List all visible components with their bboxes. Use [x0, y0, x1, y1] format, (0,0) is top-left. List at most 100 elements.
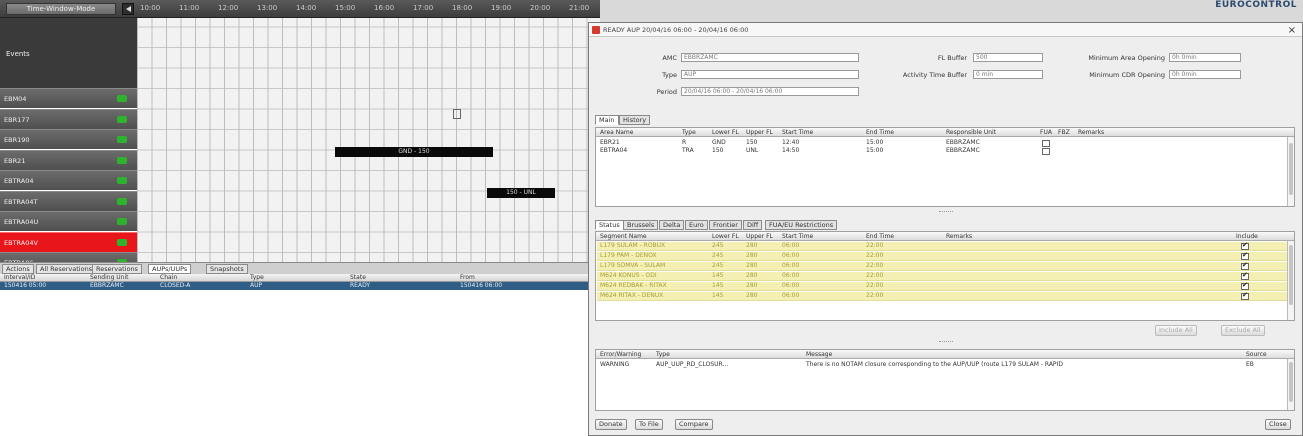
tab-history[interactable]: History — [619, 115, 651, 125]
column-header[interactable]: Remarks — [1078, 128, 1104, 137]
include-checkbox[interactable] — [1241, 271, 1249, 280]
message-table-scrollbar[interactable] — [1287, 359, 1294, 410]
column-header[interactable]: Include — [1236, 232, 1258, 241]
column-header[interactable]: Message — [806, 350, 832, 359]
column-header[interactable]: Upper FL — [746, 232, 773, 241]
table-cell: AUP — [250, 282, 263, 289]
dialog-title-text: READY AUP 20/04/16 06:00 - 20/04/16 06:0… — [603, 26, 749, 34]
column-header[interactable]: Type — [250, 274, 264, 282]
airspace-row[interactable]: EBTRA04V — [0, 231, 137, 252]
tab-euro[interactable]: Euro — [685, 220, 708, 230]
min-area-field[interactable]: 0h 0min — [1169, 53, 1241, 62]
column-header[interactable]: State — [350, 274, 366, 282]
column-header[interactable]: Chain — [160, 274, 177, 282]
column-header[interactable]: Error/Warning — [600, 350, 641, 359]
column-header[interactable]: FUA — [1040, 128, 1052, 137]
status-indicator-icon — [117, 218, 127, 225]
column-header[interactable]: Type — [656, 350, 670, 359]
column-header[interactable]: Responsible Unit — [946, 128, 996, 137]
tab-brussels[interactable]: Brussels — [623, 220, 659, 230]
table-row[interactable]: L179 SOMVA - SULAM 245 280 06:00 22:00 — [597, 261, 1287, 271]
time-mode-button[interactable]: Time-Window-Mode — [6, 3, 116, 15]
splitter-handle[interactable] — [939, 211, 953, 215]
column-header[interactable]: Start Time — [782, 232, 813, 241]
include-all-button[interactable]: Include All — [1155, 325, 1197, 336]
airspace-row[interactable]: EBM04 — [0, 88, 137, 108]
tab-all-reservations[interactable]: All Reservations — [36, 264, 97, 274]
table-row[interactable]: M624 KONUS - ODI 145 280 06:00 22:00 — [597, 271, 1287, 281]
airspace-name: EBM04 — [4, 95, 27, 103]
column-header[interactable]: From — [460, 274, 475, 282]
include-checkbox[interactable] — [1241, 261, 1249, 270]
reservation-bar[interactable]: 150 - UNL — [487, 188, 555, 198]
fl-buffer-field[interactable]: 500 — [973, 53, 1043, 62]
tab-main[interactable]: Main — [595, 115, 619, 125]
tab-fua-eu-restrictions[interactable]: FUA/EU Restrictions — [765, 220, 838, 230]
type-field[interactable]: AUP — [681, 70, 859, 79]
fua-checkbox[interactable] — [1042, 140, 1050, 147]
column-header[interactable]: Sending Unit — [90, 274, 129, 282]
table-row[interactable]: M624 RITAX - DENUX 145 280 06:00 22:00 — [597, 291, 1287, 301]
table-row[interactable]: M624 REDBAK - RITAX 145 280 06:00 22:00 — [597, 281, 1287, 291]
column-header[interactable]: End Time — [866, 128, 894, 137]
route-table-scrollbar[interactable] — [1287, 241, 1294, 320]
close-icon[interactable]: × — [1288, 24, 1296, 38]
tab-snapshots[interactable]: Snapshots — [206, 264, 248, 274]
timeline-grid[interactable]: GND - 150 150 - UNL — [137, 18, 600, 262]
column-header[interactable]: Interval/ID — [4, 274, 35, 282]
column-header[interactable]: Type — [682, 128, 696, 137]
min-cdr-field[interactable]: 0h 0min — [1169, 70, 1241, 79]
tab-reservations[interactable]: Reservations — [92, 264, 142, 274]
tab-actions[interactable]: Actions — [2, 264, 34, 274]
table-row[interactable]: L179 SULAM - ROBUX 245 280 06:00 22:00 — [597, 241, 1287, 251]
airspace-row[interactable]: EBTRA04 — [0, 170, 137, 190]
donate-button[interactable]: Donate — [595, 419, 627, 430]
table-cell: EBBRZAMC — [90, 282, 124, 289]
airspace-row[interactable]: EBR177 — [0, 108, 137, 129]
fua-checkbox[interactable] — [1042, 148, 1050, 155]
airspace-row[interactable]: EBR21 — [0, 149, 137, 170]
column-header[interactable]: Upper FL — [746, 128, 773, 137]
tab-status[interactable]: Status — [595, 220, 624, 230]
include-checkbox[interactable] — [1241, 291, 1249, 300]
amc-field[interactable]: EBBRZAMC — [681, 53, 859, 62]
tab-frontier[interactable]: Frontier — [709, 220, 742, 230]
column-header[interactable]: Remarks — [946, 232, 972, 241]
scroll-thumb[interactable] — [1289, 362, 1293, 402]
area-table-scrollbar[interactable] — [1287, 137, 1294, 206]
tab-delta[interactable]: Delta — [659, 220, 685, 230]
reservation-bar[interactable]: GND - 150 — [335, 147, 493, 157]
activity-buffer-field[interactable]: 0 min — [973, 70, 1043, 79]
include-checkbox[interactable] — [1241, 251, 1249, 260]
scroll-left-icon[interactable] — [122, 3, 134, 15]
column-header[interactable]: Area Name — [600, 128, 633, 137]
exclude-all-button[interactable]: Exclude All — [1221, 325, 1265, 336]
period-field[interactable]: 20/04/16 06:00 - 20/04/16 06:00 — [681, 87, 859, 96]
bottom-tabs: Actions All Reservations Reservations AUPs/… — [0, 262, 600, 274]
table-row[interactable]: L179 PAM - DENOX 245 280 06:00 22:00 — [597, 251, 1287, 261]
column-header[interactable]: Lower FL — [712, 128, 739, 137]
airspace-row[interactable]: EBTRA04T — [0, 190, 137, 211]
include-checkbox[interactable] — [1241, 241, 1249, 250]
column-header[interactable]: Lower FL — [712, 232, 739, 241]
tab-diff[interactable]: Diff — [743, 220, 763, 230]
to-file-button[interactable]: To File — [635, 419, 663, 430]
airspace-row[interactable]: EBR190 — [0, 129, 137, 149]
scroll-thumb[interactable] — [1289, 143, 1293, 195]
column-header[interactable]: Source — [1246, 350, 1267, 359]
tab-aups-uups[interactable]: AUPs/UUPs — [148, 264, 192, 274]
close-button[interactable]: Close — [1265, 419, 1291, 430]
splitter-handle[interactable] — [939, 341, 953, 345]
scroll-thumb[interactable] — [1289, 245, 1293, 305]
airspace-row[interactable]: EBTRA04U — [0, 211, 137, 231]
status-indicator-icon — [117, 238, 127, 246]
compare-button[interactable]: Compare — [675, 419, 713, 430]
column-header[interactable]: End Time — [866, 232, 894, 241]
hour-label: 16:00 — [374, 4, 395, 12]
column-header[interactable]: Segment Name — [600, 232, 647, 241]
table-row[interactable]: 150416 05:00 EBBRZAMC CLOSED-A AUP READY 1504… — [0, 282, 600, 290]
route-table: Segment Name Lower FL Upper FL Start Time En… — [595, 231, 1295, 321]
include-checkbox[interactable] — [1241, 281, 1249, 290]
column-header[interactable]: Start Time — [782, 128, 813, 137]
column-header[interactable]: FBZ — [1058, 128, 1070, 137]
